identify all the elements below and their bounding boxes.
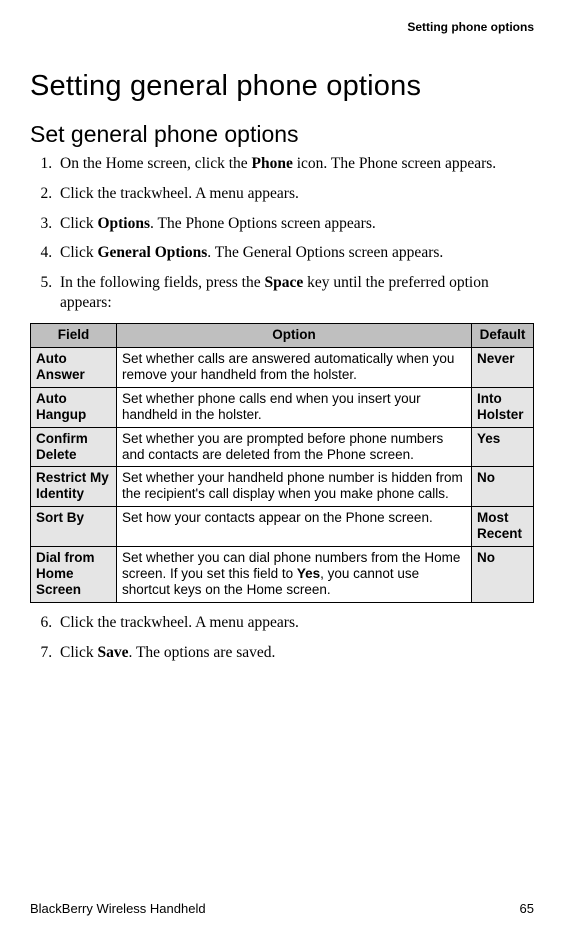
table-row: Auto Hangup Set whether phone calls end … [31, 387, 534, 427]
cell-field: Auto Hangup [31, 387, 117, 427]
footer-product: BlackBerry Wireless Handheld [30, 901, 206, 916]
running-header: Setting phone options [30, 20, 534, 34]
cell-option-text: Set whether phone calls end when you ins… [122, 391, 421, 422]
step-6: Click the trackwheel. A menu appears. [56, 613, 534, 633]
cell-option: Set whether phone calls end when you ins… [117, 387, 472, 427]
step-text: icon. The Phone screen appears. [293, 155, 496, 172]
table-row: Confirm Delete Set whether you are promp… [31, 427, 534, 467]
step-text: In the following fields, press the [60, 274, 264, 291]
cell-option-text: Set whether calls are answered automatic… [122, 351, 454, 382]
th-option: Option [117, 323, 472, 347]
page-footer: BlackBerry Wireless Handheld 65 [30, 901, 534, 916]
cell-option-bold: Yes [297, 566, 320, 581]
section-title: Setting general phone options [30, 70, 534, 103]
cell-default: Never [472, 347, 534, 387]
cell-option: Set how your contacts appear on the Phon… [117, 507, 472, 547]
th-field: Field [31, 323, 117, 347]
cell-default: Yes [472, 427, 534, 467]
step-4: Click General Options. The General Optio… [56, 243, 534, 263]
step-text: Click [60, 215, 97, 232]
cell-default: Into Holster [472, 387, 534, 427]
cell-default: Most Recent [472, 507, 534, 547]
step-5: In the following fields, press the Space… [56, 273, 534, 313]
step-text: . The Phone Options screen appears. [150, 215, 376, 232]
step-2: Click the trackwheel. A menu appears. [56, 184, 534, 204]
table-row: Sort By Set how your contacts appear on … [31, 507, 534, 547]
step-text: Click the trackwheel. A menu appears. [60, 185, 299, 202]
cell-field: Confirm Delete [31, 427, 117, 467]
cell-default: No [472, 467, 534, 507]
th-default: Default [472, 323, 534, 347]
step-text: Click [60, 644, 97, 661]
step-7: Click Save. The options are saved. [56, 643, 534, 663]
step-bold: Space [264, 274, 303, 291]
cell-option: Set whether you can dial phone numbers f… [117, 547, 472, 603]
steps-list-b: Click the trackwheel. A menu appears. Cl… [30, 613, 534, 663]
step-text: Click the trackwheel. A menu appears. [60, 614, 299, 631]
table-row: Dial from Home Screen Set whether you ca… [31, 547, 534, 603]
cell-default: No [472, 547, 534, 603]
cell-option-text: Set whether your handheld phone number i… [122, 470, 463, 501]
step-text: Click [60, 244, 97, 261]
table-header-row: Field Option Default [31, 323, 534, 347]
footer-page-number: 65 [520, 901, 534, 916]
table-row: Auto Answer Set whether calls are answer… [31, 347, 534, 387]
step-bold: Save [97, 644, 128, 661]
step-3: Click Options. The Phone Options screen … [56, 214, 534, 234]
options-table: Field Option Default Auto Answer Set whe… [30, 323, 534, 603]
cell-option-text: Set how your contacts appear on the Phon… [122, 510, 433, 525]
step-bold: General Options [97, 244, 207, 261]
step-text: . The options are saved. [128, 644, 275, 661]
cell-option: Set whether you are prompted before phon… [117, 427, 472, 467]
subsection-title: Set general phone options [30, 121, 534, 148]
step-bold: Phone [252, 155, 293, 172]
cell-option: Set whether calls are answered automatic… [117, 347, 472, 387]
cell-field: Auto Answer [31, 347, 117, 387]
step-text: . The General Options screen appears. [207, 244, 443, 261]
step-bold: Options [97, 215, 150, 232]
step-1: On the Home screen, click the Phone icon… [56, 154, 534, 174]
cell-option: Set whether your handheld phone number i… [117, 467, 472, 507]
page: Setting phone options Setting general ph… [0, 0, 564, 942]
cell-field: Restrict My Identity [31, 467, 117, 507]
cell-field: Sort By [31, 507, 117, 547]
cell-option-text: Set whether you are prompted before phon… [122, 431, 443, 462]
cell-field: Dial from Home Screen [31, 547, 117, 603]
table-row: Restrict My Identity Set whether your ha… [31, 467, 534, 507]
step-text: On the Home screen, click the [60, 155, 252, 172]
steps-list-a: On the Home screen, click the Phone icon… [30, 154, 534, 313]
